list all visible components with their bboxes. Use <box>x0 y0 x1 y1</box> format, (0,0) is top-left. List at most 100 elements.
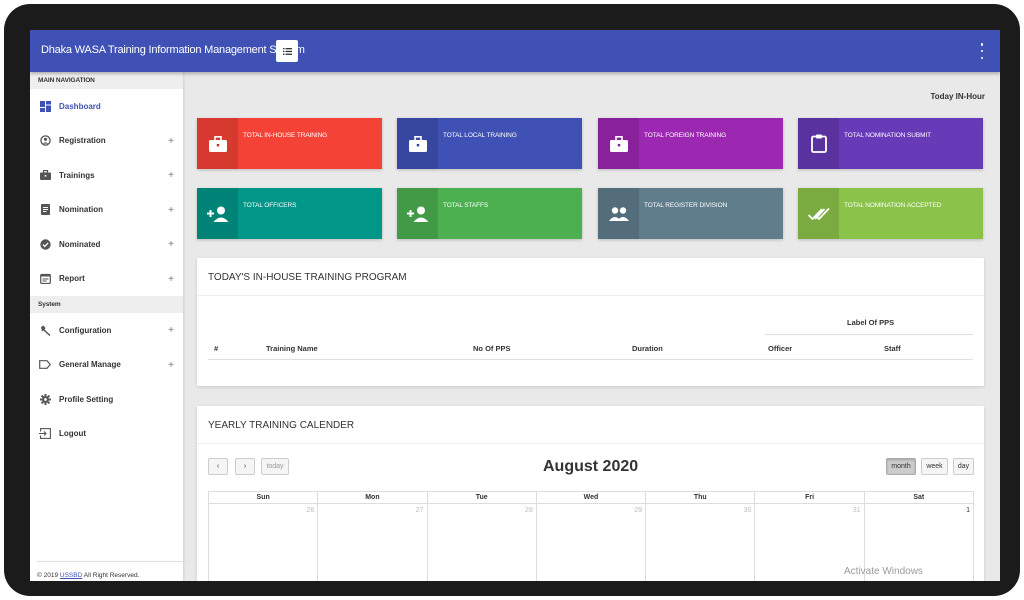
weekday-label: Sat <box>863 492 973 503</box>
label-icon <box>39 359 51 371</box>
column-header[interactable]: No Of PPS <box>473 344 511 353</box>
table-header-divider <box>208 359 973 360</box>
column-group-header: Label Of PPS <box>847 318 895 327</box>
sidebar-item-label: General Manage <box>59 360 121 370</box>
month-view-button[interactable]: month <box>886 458 916 475</box>
activate-windows-watermark: Activate Windows <box>844 566 923 577</box>
device-frame: Dhaka WASA Training Information Manageme… <box>4 4 1020 596</box>
check-circle-icon <box>39 238 51 250</box>
sidebar-item-label: Logout <box>59 429 87 439</box>
column-header[interactable]: # <box>214 344 218 353</box>
nav-section-main: MAIN NAVIGATION <box>30 72 183 89</box>
prev-button[interactable]: ‹ <box>208 458 228 475</box>
calendar-day-cell[interactable]: 26 <box>209 504 317 581</box>
calendar-day-cell[interactable]: 30 <box>645 504 754 581</box>
calendar-day-cell[interactable]: 29 <box>535 504 645 581</box>
tile-total-foreign-training[interactable]: TOTAL FOREIGN TRAINING <box>598 118 783 169</box>
sidebar-item-nomination[interactable]: Nomination + <box>30 193 183 228</box>
clipboard-icon <box>798 118 839 169</box>
expand-icon[interactable]: + <box>168 360 174 371</box>
sidebar-item-label: Configuration <box>59 325 112 335</box>
weekday-label: Tue <box>426 492 536 503</box>
calendar-day-cell[interactable]: 27 <box>317 504 426 581</box>
menu-toggle-button[interactable] <box>276 40 298 62</box>
tile-label: TOTAL LOCAL TRAINING <box>443 132 517 139</box>
calendar-day-cell[interactable]: 28 <box>426 504 536 581</box>
people-icon <box>598 188 639 239</box>
sidebar-item-logout[interactable]: Logout <box>30 417 183 452</box>
expand-icon[interactable]: + <box>168 239 174 250</box>
card-title: YEARLY TRAINING CALENDER <box>197 406 984 444</box>
person-add-icon <box>197 188 238 239</box>
document-icon <box>39 204 51 216</box>
dashboard-icon <box>39 100 51 112</box>
tile-total-local-training[interactable]: TOTAL LOCAL TRAINING <box>397 118 582 169</box>
sidebar-item-label: Dashboard <box>59 101 101 111</box>
group-divider <box>765 334 973 335</box>
expand-icon[interactable]: + <box>168 325 174 336</box>
main-content: Today IN-Hour TOTAL IN-HOUSE TRAINING TO… <box>183 72 1000 581</box>
tile-label: TOTAL REGISTER DIVISION <box>644 202 728 209</box>
tile-label: TOTAL NOMINATION SUBMIT <box>844 132 932 139</box>
tile-label: TOTAL NOMINATION ACCEPTED <box>844 202 942 209</box>
weekday-label: Wed <box>535 492 645 503</box>
sidebar-item-label: Report <box>59 274 85 284</box>
sidebar-item-label: Registration <box>59 136 106 146</box>
sidebar-item-dashboard[interactable]: Dashboard <box>30 89 183 124</box>
tile-total-nomination-accepted[interactable]: TOTAL NOMINATION ACCEPTED <box>798 188 983 239</box>
sidebar-item-label: Profile Setting <box>59 394 114 404</box>
card-title: TODAY'S IN-HOUSE TRAINING PROGRAM <box>197 258 984 296</box>
briefcase-icon <box>598 118 639 169</box>
next-button[interactable]: › <box>235 458 255 475</box>
briefcase-icon <box>197 118 238 169</box>
sidebar-item-report[interactable]: Report + <box>30 262 183 297</box>
weekday-label: Sun <box>256 494 270 501</box>
tile-total-officers[interactable]: TOTAL OFFICERS <box>197 188 382 239</box>
today-button[interactable]: today <box>261 458 289 475</box>
tile-label: TOTAL FOREIGN TRAINING <box>644 132 727 139</box>
logout-icon <box>39 428 51 440</box>
screen: Dhaka WASA Training Information Manageme… <box>30 30 1000 581</box>
person-add-icon <box>397 188 438 239</box>
user-circle-icon <box>39 135 51 147</box>
wrench-icon <box>39 324 51 336</box>
calendar-report-icon <box>39 273 51 285</box>
sidebar-item-general-manage[interactable]: General Manage + <box>30 348 183 383</box>
sidebar-item-registration[interactable]: Registration + <box>30 124 183 159</box>
expand-icon[interactable]: + <box>168 274 174 285</box>
sidebar-item-label: Trainings <box>59 170 95 180</box>
column-header[interactable]: Staff <box>884 344 901 353</box>
sidebar: MAIN NAVIGATION Dashboard Registration +… <box>30 72 190 581</box>
day-view-button[interactable]: day <box>953 458 974 475</box>
nav-section-system: System <box>30 296 183 313</box>
expand-icon[interactable]: + <box>168 205 174 216</box>
weekday-label: Mon <box>317 492 426 503</box>
tile-total-nomination-submit[interactable]: TOTAL NOMINATION SUBMIT <box>798 118 983 169</box>
done-all-icon <box>798 188 839 239</box>
tile-total-staffs[interactable]: TOTAL STAFFS <box>397 188 582 239</box>
column-header[interactable]: Training Name <box>266 344 318 353</box>
expand-icon[interactable]: + <box>168 136 174 147</box>
tile-total-in-house-training[interactable]: TOTAL IN-HOUSE TRAINING <box>197 118 382 169</box>
top-navbar: Dhaka WASA Training Information Manageme… <box>30 30 1000 72</box>
tile-total-register-division[interactable]: TOTAL REGISTER DIVISION <box>598 188 783 239</box>
tile-label: TOTAL IN-HOUSE TRAINING <box>243 132 328 139</box>
sidebar-item-label: Nomination <box>59 205 103 215</box>
sidebar-item-profile-setting[interactable]: Profile Setting <box>30 382 183 417</box>
sidebar-item-configuration[interactable]: Configuration + <box>30 313 183 348</box>
tile-label: TOTAL OFFICERS <box>243 202 297 209</box>
todays-program-card: TODAY'S IN-HOUSE TRAINING PROGRAM Label … <box>197 258 984 386</box>
calendar-weekday-header: Sun Mon Tue Wed Thu Fri Sat <box>209 492 973 504</box>
sidebar-item-trainings[interactable]: Trainings + <box>30 158 183 193</box>
sidebar-item-label: Nominated <box>59 239 101 249</box>
expand-icon[interactable]: + <box>168 170 174 181</box>
ussbd-link[interactable]: USSBD <box>60 572 82 579</box>
today-inhouse-label: Today IN-Hour <box>930 92 985 101</box>
briefcase-icon <box>39 169 51 181</box>
copyright-footer: © 2019 USSBD All Right Reserved. <box>37 561 190 581</box>
more-vert-icon[interactable] <box>978 43 986 59</box>
sidebar-item-nominated[interactable]: Nominated + <box>30 227 183 262</box>
column-header[interactable]: Duration <box>632 344 663 353</box>
week-view-button[interactable]: week <box>921 458 948 475</box>
column-header[interactable]: Officer <box>768 344 792 353</box>
